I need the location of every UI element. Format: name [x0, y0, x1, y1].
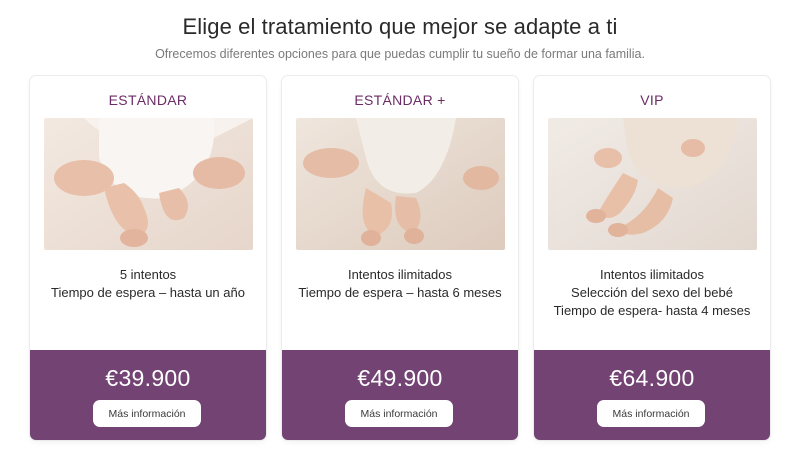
plan-features: Intentos ilimitados Selección del sexo d… [544, 266, 760, 320]
feature-item: 5 intentos [119, 267, 177, 282]
plan-card-estandar-plus: ESTÁNDAR + Intentos ilimitados Tiempo de… [282, 76, 518, 440]
plan-name: VIP [640, 92, 664, 108]
page-subtitle: Ofrecemos diferentes opciones para que p… [155, 47, 645, 61]
baby-photo [296, 118, 505, 250]
feature-item: Tiempo de espera – hasta 6 meses [298, 285, 502, 300]
plan-price: €64.900 [609, 365, 695, 391]
feature-item: Tiempo de espera- hasta 4 meses [553, 303, 751, 318]
feature-item: Selección del sexo del bebé [571, 285, 733, 300]
plan-cards: ESTÁNDAR 5 intentos Tiempo de espera – h… [30, 76, 770, 440]
more-info-button[interactable]: Más información [93, 400, 201, 427]
plan-card-vip: VIP Intentos ilimitados Selección del se… [534, 76, 770, 440]
plan-price: €49.900 [357, 365, 443, 391]
price-band: €39.900 Más información [30, 350, 266, 440]
page-heading: Elige el tratamiento que mejor se adapte… [0, 14, 800, 61]
plan-card-estandar: ESTÁNDAR 5 intentos Tiempo de espera – h… [30, 76, 266, 440]
feature-item: Tiempo de espera – hasta un año [51, 285, 245, 300]
more-info-button[interactable]: Más información [597, 400, 705, 427]
baby-photo [548, 118, 757, 250]
feature-item: Intentos ilimitados [347, 267, 453, 282]
plan-name: ESTÁNDAR [108, 92, 188, 108]
plan-features: Intentos ilimitados Tiempo de espera – h… [292, 266, 508, 302]
more-info-button[interactable]: Más información [345, 400, 453, 427]
plan-name: ESTÁNDAR + [354, 92, 446, 108]
plan-price: €39.900 [105, 365, 191, 391]
baby-photo [44, 118, 253, 250]
plan-features: 5 intentos Tiempo de espera – hasta un a… [40, 266, 256, 302]
price-band: €64.900 Más información [534, 350, 770, 440]
feature-item: Intentos ilimitados [599, 267, 705, 282]
page-title: Elige el tratamiento que mejor se adapte… [182, 14, 618, 39]
price-band: €49.900 Más información [282, 350, 518, 440]
